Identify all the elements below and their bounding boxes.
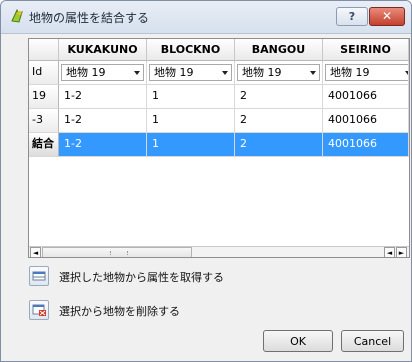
- feature-select-seirino[interactable]: 地物 19: [325, 64, 408, 81]
- selector-cell: 地物 19: [147, 61, 235, 85]
- row-header[interactable]: -3: [29, 109, 59, 133]
- merge-cell[interactable]: 1: [147, 133, 235, 157]
- cancel-button[interactable]: Cancel: [341, 330, 404, 352]
- table-cell[interactable]: 1-2: [59, 109, 147, 133]
- feature-select-bangou[interactable]: 地物 19: [237, 64, 320, 81]
- merge-attributes-dialog: 地物の属性を結合する ? ✕ KUKAKUNO BLOCKNO BANGOU S…: [0, 0, 412, 362]
- chevron-down-icon: [405, 71, 408, 75]
- take-attributes-label[interactable]: 選択した地物から属性を取得する: [59, 269, 224, 285]
- row-header-id: Id: [29, 61, 59, 85]
- table-cell[interactable]: 2: [235, 109, 323, 133]
- chevron-down-icon: [310, 71, 316, 75]
- selected-value: 地物 19: [242, 66, 282, 79]
- scroll-right-arrow-icon[interactable]: ►: [396, 247, 407, 257]
- table-cell[interactable]: 2: [235, 85, 323, 109]
- scroll-thumb[interactable]: [42, 247, 192, 257]
- table-row[interactable]: 19 1-2 1 2 4001066: [29, 85, 409, 109]
- table-header-row: KUKAKUNO BLOCKNO BANGOU SEIRINO: [29, 39, 409, 61]
- remove-feature-label[interactable]: 選択から地物を削除する: [59, 303, 180, 319]
- table-cell[interactable]: 1: [147, 85, 235, 109]
- corner-cell: [29, 39, 59, 61]
- column-header-kukakuno[interactable]: KUKAKUNO: [59, 39, 147, 61]
- table-cell[interactable]: 4001066: [323, 109, 409, 133]
- attribute-table: KUKAKUNO BLOCKNO BANGOU SEIRINO Id 地物 19…: [28, 38, 410, 258]
- attribute-table-icon[interactable]: [29, 266, 49, 286]
- table-row[interactable]: -3 1-2 1 2 4001066: [29, 109, 409, 133]
- merge-cell[interactable]: 2: [235, 133, 323, 157]
- grip-icon: [110, 251, 128, 255]
- merge-result-row[interactable]: 結合 1-2 1 2 4001066: [29, 133, 409, 157]
- row-header[interactable]: 19: [29, 85, 59, 109]
- close-button[interactable]: ✕: [369, 7, 405, 26]
- selector-cell: 地物 19: [59, 61, 147, 85]
- selector-cell: 地物 19: [323, 61, 409, 85]
- scroll-left-arrow-icon[interactable]: ◄: [384, 247, 395, 257]
- scroll-left-arrow-icon[interactable]: ◄: [30, 247, 41, 257]
- remove-feature-icon[interactable]: [29, 300, 49, 320]
- feature-select-blockno[interactable]: 地物 19: [149, 64, 232, 81]
- table-cell[interactable]: 1: [147, 109, 235, 133]
- selector-cell: 地物 19: [235, 61, 323, 85]
- selected-value: 地物 19: [66, 66, 106, 79]
- merge-cell[interactable]: 1-2: [59, 133, 147, 157]
- chevron-down-icon: [134, 71, 140, 75]
- chevron-down-icon: [222, 71, 228, 75]
- merge-cell[interactable]: 4001066: [323, 133, 409, 157]
- column-header-bangou[interactable]: BANGOU: [235, 39, 323, 61]
- feature-select-kukakuno[interactable]: 地物 19: [61, 64, 144, 81]
- window-title: 地物の属性を結合する: [29, 11, 150, 25]
- selected-value: 地物 19: [330, 66, 370, 79]
- row-header-merge[interactable]: 結合: [29, 133, 59, 157]
- column-header-blockno[interactable]: BLOCKNO: [147, 39, 235, 61]
- help-button[interactable]: ?: [336, 7, 368, 26]
- ok-button[interactable]: OK: [263, 330, 333, 352]
- table-cell[interactable]: 1-2: [59, 85, 147, 109]
- table-row-id-selectors: Id 地物 19 地物 19 地物 19 地物 19: [29, 61, 409, 85]
- qgis-app-icon: [11, 8, 23, 23]
- column-header-seirino[interactable]: SEIRINO: [323, 39, 409, 61]
- horizontal-scrollbar[interactable]: ◄ ◄ ►: [29, 246, 409, 257]
- table-cell[interactable]: 4001066: [323, 85, 409, 109]
- title-bar: 地物の属性を結合する ? ✕: [1, 1, 411, 34]
- selected-value: 地物 19: [154, 66, 194, 79]
